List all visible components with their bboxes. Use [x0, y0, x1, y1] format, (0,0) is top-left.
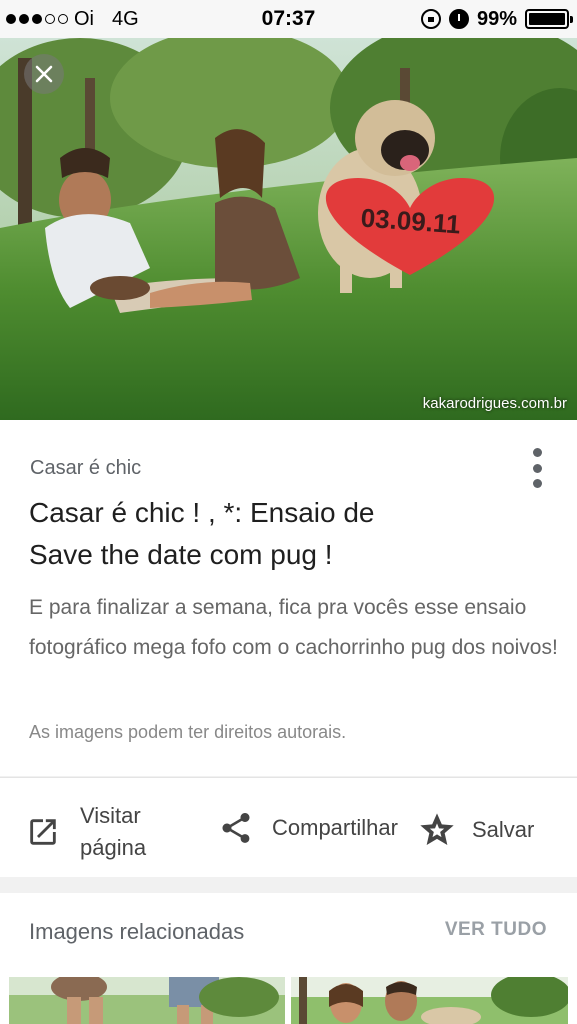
open-in-new-icon [30, 819, 56, 845]
share-label: Compartilhar [272, 815, 398, 840]
share-button[interactable]: Compartilhar [218, 810, 398, 846]
copyright-notice: As imagens podem ter direitos autorais. [29, 722, 347, 742]
photo-couple-with-pug: 03.09.11 [0, 38, 577, 420]
result-card: Casar é chic Casar é chic ! , *: Ensaio … [0, 420, 577, 776]
visit-page-button[interactable]: Visitar página [26, 800, 170, 864]
battery-icon [525, 9, 573, 29]
status-bar-right: 99% [420, 7, 573, 31]
rotation-lock-icon [420, 9, 441, 29]
image-watermark: kakarodrigues.com.br [422, 395, 567, 412]
battery-percent: 99% [476, 7, 517, 30]
source-name[interactable]: Casar é chic [30, 457, 141, 480]
star-save-icon [420, 813, 454, 845]
save-button[interactable]: Salvar [416, 810, 534, 850]
related-image-1[interactable] [9, 977, 285, 1024]
close-icon [35, 65, 53, 83]
result-title[interactable]: Casar é chic ! , *: Ensaio de Save the da… [29, 492, 529, 576]
close-button[interactable] [24, 54, 64, 94]
related-image-2[interactable] [291, 977, 568, 1024]
action-bar: Visitar página Compartilhar Salvar [0, 777, 577, 877]
see-all-link[interactable]: VER TUDO [445, 919, 547, 941]
related-images-section: Imagens relacionadas VER TUDO [0, 893, 577, 1024]
save-label: Salvar [472, 817, 535, 842]
share-icon [222, 813, 250, 843]
related-images-title: Imagens relacionadas [29, 919, 245, 944]
more-options-icon[interactable] [527, 448, 547, 488]
hero-image[interactable]: 03.09.11 kakarodrigues.com.br [0, 38, 577, 420]
visit-page-label: Visitar página [80, 803, 147, 860]
alarm-icon [448, 9, 469, 29]
status-bar: Oi 4G 07:37 99% [0, 0, 577, 38]
result-description: E para finalizar a semana, fica pra você… [29, 596, 558, 659]
